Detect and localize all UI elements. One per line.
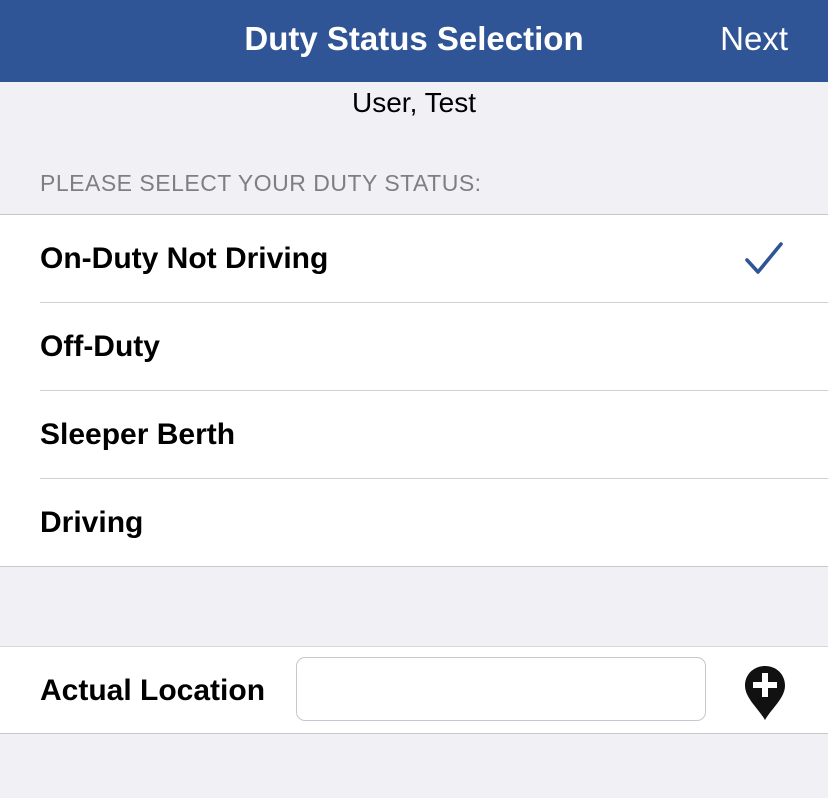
actual-location-row: Actual Location <box>0 646 828 734</box>
page-title: Duty Status Selection <box>244 20 584 57</box>
user-name: User, Test <box>352 87 476 118</box>
duty-status-sleeper-berth[interactable]: Sleeper Berth <box>40 391 828 479</box>
duty-status-driving[interactable]: Driving <box>40 479 828 566</box>
duty-status-section-header: PLEASE SELECT YOUR DUTY STATUS: <box>40 170 482 196</box>
duty-status-label: Driving <box>40 506 144 539</box>
duty-status-list: On-Duty Not Driving Off-Duty Sleeper Ber… <box>0 214 828 567</box>
next-button[interactable]: Next <box>720 0 788 82</box>
duty-status-label: Sleeper Berth <box>40 418 236 451</box>
map-pin-plus-icon[interactable] <box>744 665 786 721</box>
checkmark-icon <box>745 242 783 274</box>
duty-status-label: Off-Duty <box>40 330 160 363</box>
actual-location-input[interactable] <box>296 657 706 721</box>
navigation-bar: Duty Status Selection Next <box>0 0 828 82</box>
duty-status-off-duty[interactable]: Off-Duty <box>40 303 828 391</box>
duty-status-label: On-Duty Not Driving <box>40 242 329 275</box>
duty-status-on-duty-not-driving[interactable]: On-Duty Not Driving <box>40 215 828 303</box>
actual-location-label: Actual Location <box>40 674 266 707</box>
